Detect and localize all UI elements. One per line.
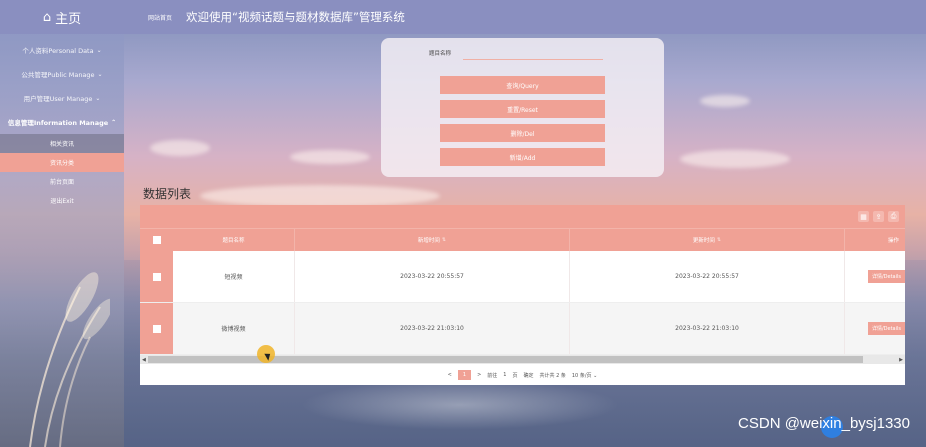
goto-label: 前往	[487, 372, 498, 379]
add-button[interactable]: 新增/Add	[440, 148, 605, 166]
cloud	[290, 150, 370, 164]
chevron-down-icon: ⌄	[96, 46, 102, 54]
column-header-action: 操作	[845, 229, 905, 251]
column-header-name[interactable]: 题目名称	[173, 229, 295, 251]
section-title: 数据列表	[143, 187, 192, 201]
sidebar-subitem-frontend[interactable]: 前台页面	[0, 172, 124, 191]
sort-icon[interactable]: ⇅	[442, 237, 446, 243]
breadcrumb[interactable]: 网站首页	[148, 13, 172, 22]
cell-create-time: 2023-03-22 21:03:10	[295, 303, 570, 354]
row-checkbox[interactable]	[152, 272, 161, 281]
page-size-value: 10 条/页	[571, 372, 592, 379]
print-icon[interactable]: ⎙	[888, 211, 899, 222]
select-all-checkbox[interactable]	[152, 236, 161, 244]
cell-action: 详情/Details	[845, 303, 905, 354]
cloud	[200, 185, 440, 207]
current-page-button[interactable]: 1	[457, 370, 472, 380]
goto-page-input[interactable]: 1	[503, 372, 506, 378]
sidebar-item-exit[interactable]: 退出Exit	[0, 191, 124, 210]
chevron-down-icon: ⌄	[593, 372, 598, 379]
cloud	[700, 95, 750, 107]
details-button[interactable]: 详情/Details	[867, 322, 905, 335]
cell-name: 短视频	[173, 251, 295, 302]
column-header-label: 操作	[887, 238, 899, 244]
row-select-cell	[140, 303, 173, 354]
sidebar-item-personal-data[interactable]: 个人资料Personal Data ⌄	[0, 38, 124, 62]
cell-create-time: 2023-03-22 20:55:57	[295, 251, 570, 302]
delete-button[interactable]: 删除/Del	[440, 124, 605, 142]
page-size-select[interactable]: 10 条/页 ⌄	[572, 372, 597, 379]
sidebar-item-user-manage[interactable]: 用户管理User Manage ⌄	[0, 86, 124, 110]
column-header-label: 新增时间	[417, 238, 440, 244]
scrollbar-thumb[interactable]	[148, 356, 863, 363]
sidebar-subitem-news[interactable]: 相关资讯	[0, 134, 124, 153]
sidebar-item-information-manage[interactable]: 信息管理Information Manage ⌃	[0, 110, 124, 134]
sidebar-home[interactable]: ⌂ 主页	[0, 0, 124, 34]
columns-icon[interactable]: ▦	[858, 211, 869, 222]
export-icon[interactable]: ⇪	[873, 211, 884, 222]
query-button[interactable]: 查询/Query	[440, 76, 605, 94]
chevron-down-icon: ⌄	[95, 94, 101, 102]
sidebar-item-label: 公共管理Public Manage	[21, 71, 95, 79]
scroll-left-icon[interactable]: ◀	[142, 357, 146, 363]
watermark-text: CSDN @weixin_bysj1330	[738, 415, 910, 432]
table-row[interactable]: 微博视频 2023-03-22 21:03:10 2023-03-22 21:0…	[140, 303, 905, 355]
title-search-input[interactable]	[463, 43, 603, 60]
reset-button[interactable]: 重置/Reset	[440, 100, 605, 118]
column-header-label: 更新时间	[692, 238, 715, 244]
row-select-cell	[140, 251, 173, 302]
cell-update-time: 2023-03-22 21:03:10	[570, 303, 845, 354]
sidebar-subitem-news-category[interactable]: 资讯分类	[0, 153, 124, 172]
page-unit-label: 页	[512, 372, 518, 379]
column-header-update-time[interactable]: 更新时间 ⇅	[570, 229, 845, 251]
table-toolbar: ▦ ⇪ ⎙	[140, 205, 905, 228]
sidebar-home-label: 主页	[55, 11, 82, 27]
column-header-label: 题目名称	[222, 238, 245, 244]
chevron-down-icon: ⌄	[97, 70, 103, 78]
cloud	[150, 140, 210, 156]
sidebar: ⌂ 主页 个人资料Personal Data ⌄ 公共管理Public Mana…	[0, 0, 124, 447]
reed-grass-decoration	[29, 272, 110, 447]
scroll-right-icon[interactable]: ▶	[899, 357, 903, 363]
sidebar-item-label: 信息管理Information Manage	[7, 119, 109, 127]
search-panel: 题目名称 查询/Query 重置/Reset 删除/Del 新增/Add	[381, 38, 664, 177]
page-title: 欢迎使用“视频话题与题材数据库”管理系统	[186, 10, 405, 24]
row-checkbox[interactable]	[152, 324, 161, 333]
column-header-create-time[interactable]: 新增时间 ⇅	[295, 229, 570, 251]
cloud	[680, 150, 790, 168]
cell-update-time: 2023-03-22 20:55:57	[570, 251, 845, 302]
table-header: 题目名称 新增时间 ⇅ 更新时间 ⇅ 操作	[140, 228, 905, 251]
next-page-button[interactable]: >	[477, 372, 481, 378]
home-icon: ⌂	[42, 9, 52, 25]
sort-icon[interactable]: ⇅	[717, 237, 721, 243]
confirm-button[interactable]: 确定	[523, 372, 533, 379]
details-button[interactable]: 详情/Details	[867, 270, 905, 283]
chevron-up-icon: ⌃	[111, 118, 117, 126]
sidebar-item-label: 个人资料Personal Data	[22, 47, 94, 55]
top-header: 网站首页 欢迎使用“视频话题与题材数据库”管理系统	[124, 0, 926, 34]
cell-name: 微博视频	[173, 303, 295, 354]
pagination: < 1 > 前往 1 页 确定 共计共 2 条 10 条/页 ⌄	[140, 366, 905, 384]
sidebar-item-public-manage[interactable]: 公共管理Public Manage ⌄	[0, 62, 124, 86]
sea-sparkle	[300, 380, 620, 430]
prev-page-button[interactable]: <	[448, 372, 452, 378]
cell-action: 详情/Details	[845, 251, 905, 302]
table-row[interactable]: 短视频 2023-03-22 20:55:57 2023-03-22 20:55…	[140, 251, 905, 303]
total-count: 共计共 2 条	[539, 372, 566, 379]
horizontal-scrollbar[interactable]: ◀ ▶	[140, 355, 905, 364]
select-all-cell	[140, 229, 173, 251]
sidebar-item-label: 用户管理User Manage	[23, 95, 93, 103]
search-field-label: 题目名称	[429, 51, 452, 57]
